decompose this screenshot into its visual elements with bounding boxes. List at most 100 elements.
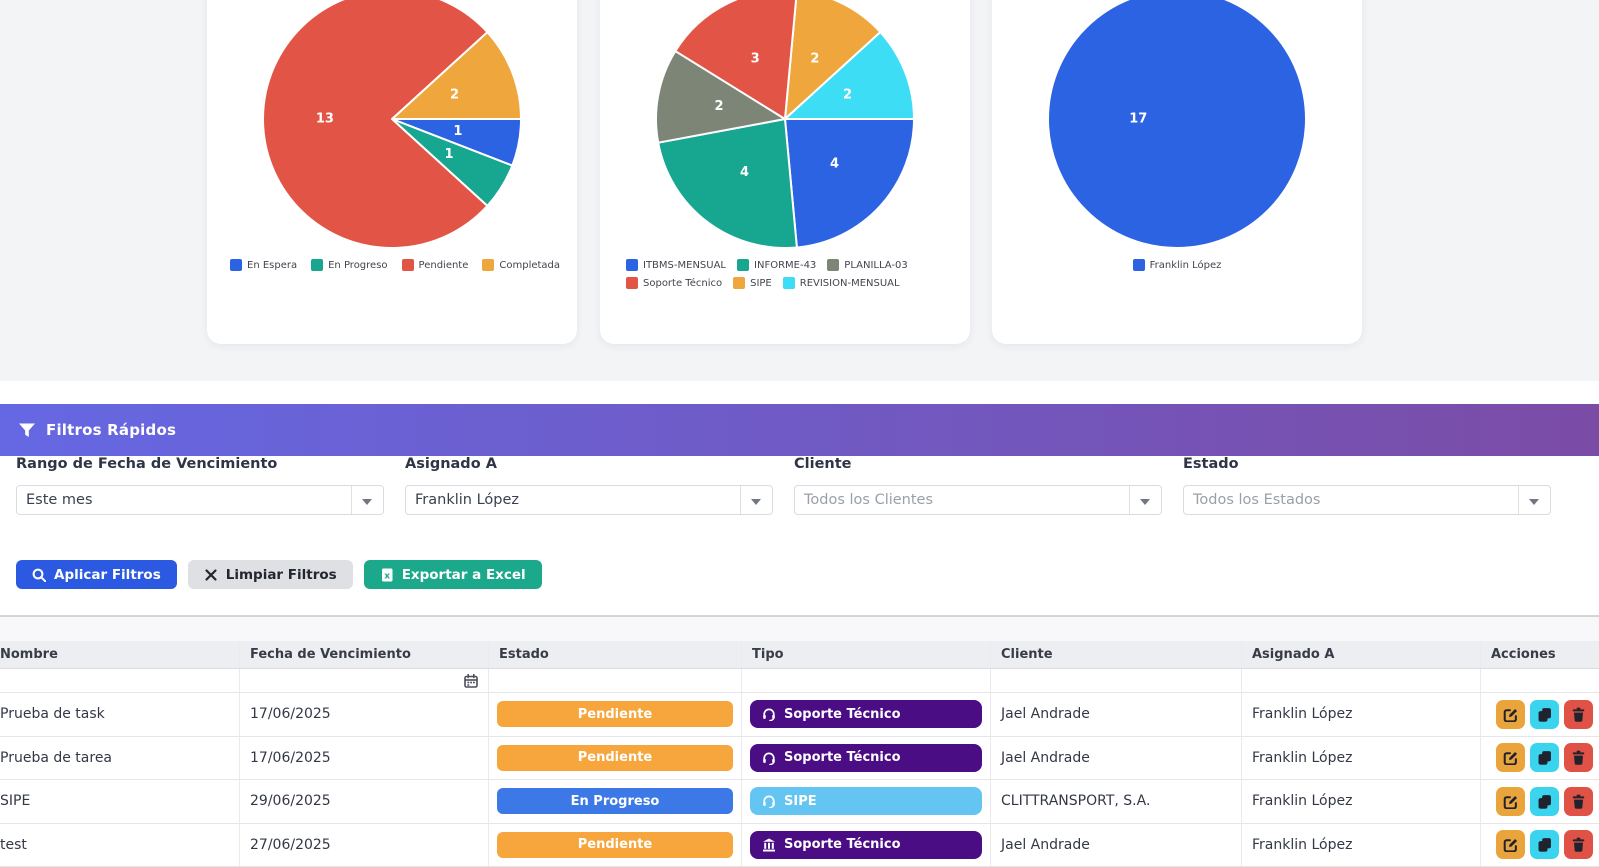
table-header-cell: Estado: [489, 641, 742, 668]
column-filter-input[interactable]: [0, 669, 229, 692]
legend-item[interactable]: Franklin López: [1132, 258, 1221, 272]
column-filter-input[interactable]: [1001, 669, 1231, 692]
excel-icon: x: [381, 568, 393, 581]
copy-button[interactable]: [1530, 830, 1559, 860]
cell-estado: En Progreso: [489, 780, 742, 823]
edit-icon: [1503, 839, 1518, 853]
apply-filters-button[interactable]: Aplicar Filtros: [16, 560, 177, 589]
due-date: 17/06/2025: [250, 749, 331, 766]
delete-button[interactable]: [1564, 743, 1593, 773]
legend-label: ITBMS-MENSUAL: [643, 259, 727, 271]
legend-label: PLANILLA-03: [844, 259, 908, 271]
pie-chart-estado: 2 1 1 13: [262, 0, 522, 249]
pie-slice: [1047, 0, 1307, 249]
cell-estado: Pendiente: [489, 736, 742, 779]
assignee-name: Franklin López: [1252, 749, 1353, 766]
legend-swatch: [401, 259, 414, 271]
legend-item[interactable]: En Progreso: [311, 258, 388, 272]
calendar-icon[interactable]: [464, 673, 478, 688]
filter-select-estado[interactable]: Todos los Estados: [1183, 485, 1551, 515]
table-header-row: Nombre Fecha de Vencimiento Estado Tipo Clie…: [0, 641, 1599, 669]
legend-item[interactable]: En Espera: [230, 258, 297, 272]
filter-select-cliente[interactable]: Todos los Clientes: [794, 485, 1162, 515]
copy-icon: [1538, 751, 1551, 765]
edit-button[interactable]: [1496, 743, 1525, 773]
row-actions: [1489, 743, 1593, 773]
x-icon: [205, 568, 217, 581]
legend-item[interactable]: Pendiente: [401, 258, 469, 272]
calendar-icon: [464, 673, 478, 688]
edit-button[interactable]: [1496, 830, 1525, 860]
delete-button[interactable]: [1564, 830, 1593, 860]
legend-swatch: [827, 259, 840, 271]
status-badge: Pendiente: [497, 831, 733, 858]
table-header-cell: Acciones: [1481, 641, 1599, 668]
type-badge: Soporte Técnico: [750, 830, 982, 859]
task-name: SIPE: [0, 793, 31, 810]
pie-slice-value: 17: [1129, 112, 1147, 127]
type-badge: SIPE: [750, 787, 982, 816]
cell-cliente: Jael Andrade: [991, 823, 1242, 866]
type-badge: Soporte Técnico: [750, 700, 982, 729]
legend-item[interactable]: SIPE: [733, 276, 772, 290]
status-badge: Pendiente: [497, 744, 733, 771]
export-filters-button[interactable]: x Exportar a Excel: [363, 560, 542, 589]
column-filter-input[interactable]: [499, 669, 731, 692]
task-name: Prueba de tarea: [0, 749, 113, 766]
funnel-icon: [19, 423, 35, 437]
column-title: Fecha de Vencimiento: [250, 647, 411, 662]
legend-item[interactable]: PLANILLA-03: [827, 258, 908, 272]
cell-estado: Pendiente: [489, 823, 742, 866]
cell-tipo: Soporte Técnico: [742, 736, 991, 779]
pie-slice-value: 4: [830, 157, 839, 172]
chevron-down-icon: [362, 499, 372, 505]
filter-select-asignado-a[interactable]: Franklin López: [405, 485, 773, 515]
edit-button[interactable]: [1496, 699, 1525, 729]
edit-icon: [1503, 708, 1518, 722]
column-filter-input[interactable]: [250, 669, 464, 692]
table-row: SIPE 29/06/2025 En Progreso SIPE CLITTRANSPO…: [0, 780, 1599, 824]
delete-button[interactable]: [1564, 699, 1593, 729]
filter-field-label: Estado: [1183, 456, 1239, 472]
column-filter-cell: [0, 669, 240, 692]
copy-icon: [1538, 707, 1551, 722]
trash-icon: [1572, 750, 1585, 766]
cell-cliente: Jael Andrade: [991, 693, 1242, 736]
quick-filters-header: Filtros Rápidos: [0, 404, 1599, 456]
copy-button[interactable]: [1530, 743, 1559, 773]
legend-swatch: [626, 259, 638, 271]
delete-button[interactable]: [1564, 786, 1593, 816]
legend-label: Pendiente: [418, 259, 469, 271]
cell-cliente: Jael Andrade: [991, 736, 1242, 779]
filter-field-label: Cliente: [794, 456, 852, 472]
edit-button[interactable]: [1496, 786, 1525, 816]
legend-label: SIPE: [750, 277, 772, 289]
filter-select-value: Todos los Clientes: [804, 492, 934, 508]
legend-item[interactable]: ITBMS-MENSUAL: [626, 258, 726, 272]
copy-button[interactable]: [1530, 699, 1559, 729]
legend-swatch: [230, 259, 242, 271]
legend-item[interactable]: Soporte Técnico: [626, 276, 722, 290]
column-filter-input[interactable]: [1252, 669, 1470, 692]
filter-field: Cliente Todos los Clientes: [794, 456, 1162, 515]
legend-item[interactable]: REVISION-MENSUAL: [782, 276, 900, 290]
cell-tipo: SIPE: [742, 780, 991, 823]
legend-item[interactable]: INFORME-43: [737, 258, 816, 272]
client-name: CLITTRANSPORT, S.A.: [1001, 793, 1151, 810]
pie-slice-value: 1: [453, 124, 462, 139]
column-filter-input[interactable]: [752, 669, 980, 692]
assignee-name: Franklin López: [1252, 706, 1353, 723]
copy-icon: [1538, 838, 1551, 852]
due-date: 17/06/2025: [250, 706, 331, 723]
trash-icon: [1572, 794, 1585, 809]
cell-nombre: Prueba de tarea: [0, 736, 240, 779]
filter-select-rango-de-fecha-de-vencimiento[interactable]: Este mes: [16, 485, 384, 515]
legend-item[interactable]: Completada: [482, 258, 560, 272]
assignee-name: Franklin López: [1252, 793, 1353, 810]
copy-button[interactable]: [1530, 786, 1559, 816]
legend-label: INFORME-43: [754, 259, 817, 271]
cell-tipo: Soporte Técnico: [742, 693, 991, 736]
chart-card-asignado: 17 Franklin López: [992, 0, 1362, 344]
clear-filters-button[interactable]: Limpiar Filtros: [187, 560, 353, 589]
chart-legend: En Espera En Progreso Pendiente Completada: [207, 258, 577, 272]
